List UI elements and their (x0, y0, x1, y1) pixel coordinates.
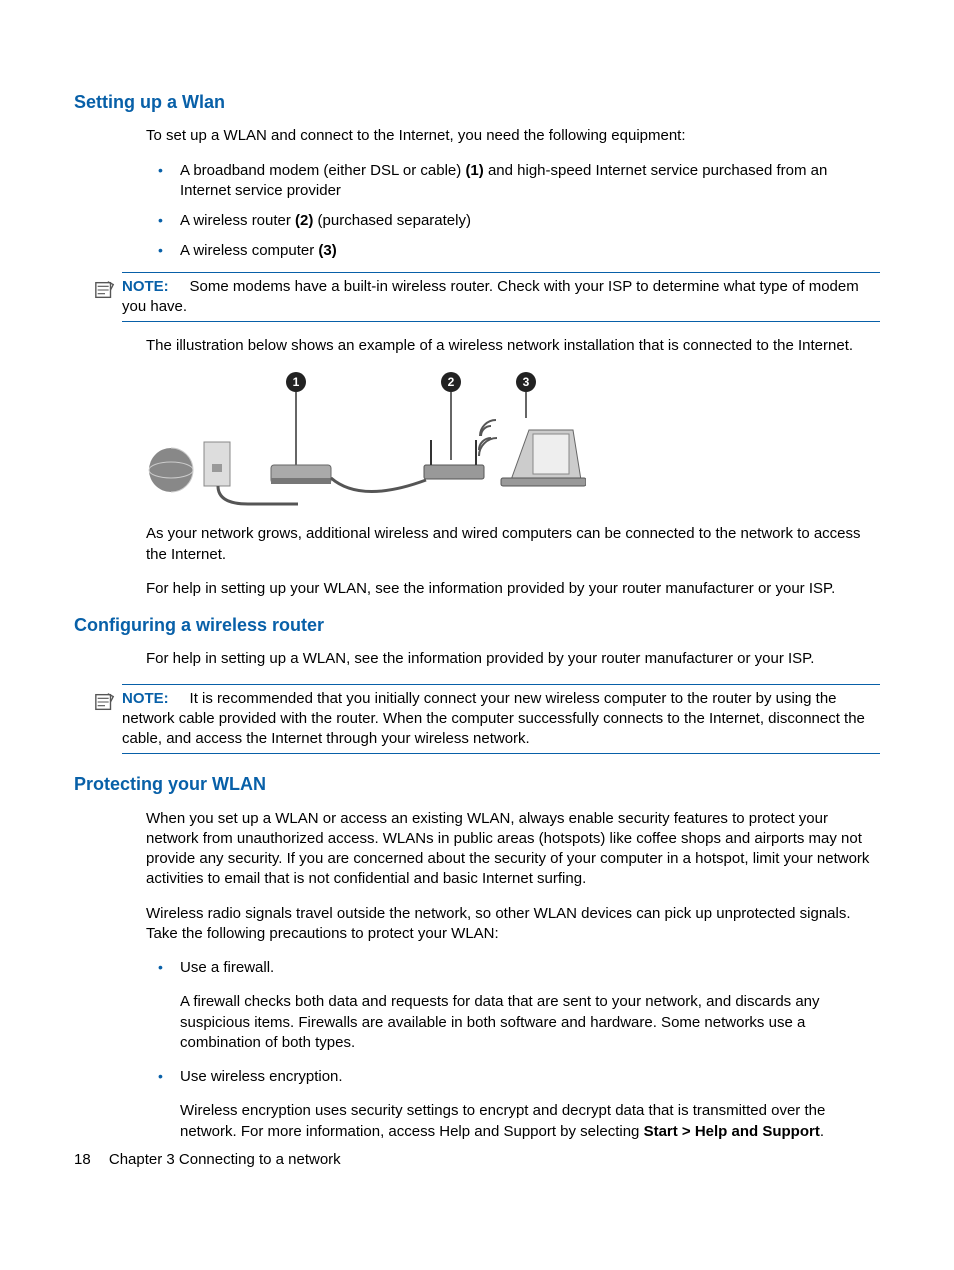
note-box-modem: NOTE: Some modems have a built-in wirele… (122, 272, 880, 323)
note-spacer (173, 690, 186, 707)
list-text-bold: (3) (318, 242, 336, 259)
section1-intro: To set up a WLAN and connect to the Inte… (146, 126, 880, 146)
list-text-pre: A wireless computer (180, 242, 318, 259)
section1-help: For help in setting up your WLAN, see th… (146, 579, 880, 599)
list-text-pre: A broadband modem (either DSL or cable) (180, 162, 465, 179)
section2-p1: For help in setting up a WLAN, see the i… (146, 649, 880, 669)
note-spacer (173, 278, 186, 295)
section1-after-note: The illustration below shows an example … (146, 336, 880, 356)
precautions-list: Use a firewall. A firewall checks both d… (146, 958, 880, 1142)
section2-body: For help in setting up a WLAN, see the i… (146, 649, 880, 669)
note-label: NOTE: (122, 690, 169, 707)
list-item: A wireless router (2) (purchased separat… (146, 211, 880, 231)
precaution-body: A firewall checks both data and requests… (180, 992, 880, 1053)
note-text: Some modems have a built-in wireless rou… (122, 278, 859, 315)
page-number: 18 (74, 1151, 91, 1168)
section3-p2: Wireless radio signals travel outside th… (146, 904, 880, 945)
list-item: A wireless computer (3) (146, 241, 880, 261)
list-text-bold: (2) (295, 212, 313, 229)
list-item: Use wireless encryption. Wireless encryp… (146, 1067, 880, 1142)
note-text: It is recommended that you initially con… (122, 690, 865, 748)
section3-body: When you set up a WLAN or access an exis… (146, 809, 880, 1142)
precaution-body: Wireless encryption uses security settin… (180, 1101, 880, 1142)
callout-1: 1 (293, 375, 300, 389)
heading-protecting-wlan: Protecting your WLAN (74, 772, 880, 796)
equipment-list: A broadband modem (either DSL or cable) … (146, 161, 880, 262)
precaution-body-post: . (820, 1123, 824, 1140)
section1-body2: The illustration below shows an example … (146, 336, 880, 599)
section3-p1: When you set up a WLAN or access an exis… (146, 809, 880, 890)
callout-3: 3 (523, 375, 530, 389)
note-icon (94, 279, 116, 301)
wlan-illustration: 1 2 3 (146, 370, 880, 510)
list-text-post: (purchased separately) (313, 212, 471, 229)
section1-body: To set up a WLAN and connect to the Inte… (146, 126, 880, 261)
document-page: Setting up a Wlan To set up a WLAN and c… (0, 0, 954, 1230)
page-footer: 18 Chapter 3 Connecting to a network (74, 1150, 341, 1170)
network-diagram-svg: 1 2 3 (146, 370, 586, 510)
precaution-head: Use a firewall. (180, 959, 274, 976)
list-text-pre: A wireless router (180, 212, 295, 229)
list-item: A broadband modem (either DSL or cable) … (146, 161, 880, 202)
note-box-router: NOTE: It is recommended that you initial… (122, 684, 880, 755)
callout-2: 2 (448, 375, 455, 389)
note-label: NOTE: (122, 278, 169, 295)
heading-setting-up-wlan: Setting up a Wlan (74, 90, 880, 114)
list-text-bold: (1) (465, 162, 483, 179)
list-item: Use a firewall. A firewall checks both d… (146, 958, 880, 1053)
precaution-body-bold: Start > Help and Support (644, 1123, 820, 1140)
heading-configuring-router: Configuring a wireless router (74, 613, 880, 637)
chapter-label: Chapter 3 Connecting to a network (109, 1151, 341, 1168)
section1-growth: As your network grows, additional wirele… (146, 524, 880, 565)
precaution-head: Use wireless encryption. (180, 1068, 343, 1085)
note-icon (94, 691, 116, 713)
